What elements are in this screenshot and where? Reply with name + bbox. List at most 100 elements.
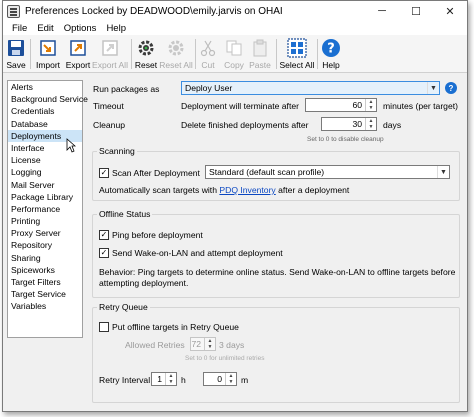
cleanup-value: 30 (352, 119, 362, 129)
allowed-retries-label: Allowed Retries (125, 340, 185, 350)
interval-hours-unit: h (181, 375, 186, 385)
retry-interval-label: Retry Interval (99, 375, 151, 385)
sidebar-item-logging[interactable]: Logging (8, 166, 82, 178)
sidebar-item-package-library[interactable]: Package Library (8, 191, 82, 203)
toolbar-separator (276, 39, 277, 69)
maximize-button[interactable]: ☐ (399, 1, 433, 21)
checkmark-icon: ✓ (100, 230, 108, 239)
preferences-app-icon (7, 4, 20, 18)
offline-status-title: Offline Status (97, 209, 153, 219)
run-packages-value: Deploy User (185, 83, 233, 93)
paste-label: Paste (249, 60, 271, 70)
run-packages-label: Run packages as (93, 84, 160, 94)
sidebar-item-spiceworks[interactable]: Spiceworks (8, 264, 82, 276)
copy-button[interactable]: Copy (223, 37, 245, 71)
import-button[interactable]: Import (33, 37, 63, 71)
cleanup-unit: days (383, 120, 402, 130)
wake-on-lan-checkbox[interactable]: ✓ (99, 248, 109, 258)
cleanup-stepper[interactable]: 30 ▲ ▼ (321, 117, 377, 131)
title-bar[interactable]: Preferences Locked by DEADWOOD\emily.jar… (3, 1, 467, 21)
sidebar-item-target-service[interactable]: Target Service (8, 288, 82, 300)
reset-all-gear-icon (165, 37, 187, 59)
minimize-button[interactable]: ─ (365, 1, 399, 21)
save-button[interactable]: Save (5, 37, 27, 71)
ping-checkbox[interactable]: ✓ (99, 230, 109, 240)
chevron-down-icon: ▼ (427, 82, 439, 94)
reset-button[interactable]: Reset (134, 37, 158, 71)
menu-file[interactable]: File (7, 23, 32, 34)
spin-down-icon[interactable]: ▼ (366, 105, 376, 111)
help-icon[interactable]: ? (445, 82, 457, 94)
scan-profile-value: Standard (default scan profile) (209, 167, 325, 177)
sidebar-item-sharing[interactable]: Sharing (8, 252, 82, 264)
cut-label: Cut (201, 60, 215, 70)
scissors-icon (197, 37, 219, 59)
pdq-inventory-link[interactable]: PDQ Inventory (219, 185, 275, 195)
select-all-button[interactable]: Select All (279, 37, 315, 71)
interval-minutes-value: 0 (217, 374, 222, 384)
sidebar-item-database[interactable]: Database (8, 118, 82, 130)
export-button[interactable]: Export (64, 37, 92, 71)
ping-label: Ping before deployment (112, 230, 203, 240)
spin-down-icon[interactable]: ▼ (205, 344, 215, 350)
menu-options[interactable]: Options (59, 23, 102, 34)
scan-after-checkbox[interactable]: ✓ (99, 168, 109, 178)
interval-minutes-unit: m (241, 375, 249, 385)
run-packages-select[interactable]: Deploy User ▼ (181, 81, 440, 95)
mouse-pointer-icon (66, 138, 76, 153)
wake-on-lan-label: Send Wake-on-LAN and attempt deployment (112, 248, 283, 258)
cleanup-label: Cleanup (93, 120, 126, 130)
paste-button[interactable]: Paste (248, 37, 272, 71)
retry-queue-title: Retry Queue (97, 302, 150, 312)
reset-all-button[interactable]: Reset All (159, 37, 193, 71)
sidebar-item-license[interactable]: License (8, 154, 82, 166)
sidebar-item-performance[interactable]: Performance (8, 203, 82, 215)
behavior-text-line1: Behavior: Ping targets to determine onli… (99, 267, 456, 277)
reset-gear-icon (135, 37, 157, 59)
spin-down-icon[interactable]: ▼ (366, 124, 376, 130)
cut-button[interactable]: Cut (199, 37, 217, 71)
toolbar-separator (30, 39, 31, 69)
export-icon (67, 37, 89, 59)
window-title: Preferences Locked by DEADWOOD\emily.jar… (25, 5, 283, 17)
save-label: Save (6, 60, 26, 70)
help-button[interactable]: ? Help (320, 37, 342, 71)
scanning-title: Scanning (97, 146, 137, 156)
select-all-label: Select All (279, 60, 315, 70)
toolbar-separator (317, 39, 318, 69)
import-icon (37, 37, 59, 59)
checkmark-icon: ✓ (100, 248, 108, 257)
select-all-grid-icon (286, 37, 308, 59)
menu-help[interactable]: Help (101, 23, 131, 34)
export-all-button[interactable]: Export All (92, 37, 128, 71)
help-icon: ? (320, 37, 342, 59)
sidebar-item-mail-server[interactable]: Mail Server (8, 179, 82, 191)
retry-queue-group: Retry Queue Put offline targets in Retry… (92, 302, 460, 403)
timeout-label: Timeout (93, 101, 124, 111)
allowed-retries-stepper[interactable]: 72 ▲ ▼ (190, 337, 216, 351)
scan-profile-select[interactable]: Standard (default scan profile) ▼ (205, 165, 450, 179)
timeout-stepper[interactable]: 60 ▲ ▼ (305, 98, 377, 112)
sidebar-item-background-service[interactable]: Background Service (8, 93, 88, 105)
cleanup-hint: Set to 0 to disable cleanup (307, 136, 384, 143)
sidebar-item-alerts[interactable]: Alerts (8, 81, 82, 93)
interval-hours-stepper[interactable]: 1 ▲ ▼ (151, 372, 177, 386)
floppy-disk-icon (5, 37, 27, 59)
put-offline-checkbox[interactable] (99, 322, 109, 332)
scanning-info: Automatically scan targets with PDQ Inve… (99, 185, 350, 195)
sidebar-item-credentials[interactable]: Credentials (8, 105, 82, 117)
timeout-unit: minutes (per target) (383, 101, 458, 111)
sidebar-item-variables[interactable]: Variables (8, 300, 82, 312)
spin-down-icon[interactable]: ▼ (166, 379, 176, 385)
sidebar-item-repository[interactable]: Repository (8, 239, 82, 251)
sidebar-item-target-filters[interactable]: Target Filters (8, 276, 82, 288)
scan-after-label: Scan After Deployment (112, 168, 200, 178)
sidebar-item-proxy-server[interactable]: Proxy Server (8, 227, 82, 239)
close-button[interactable]: ✕ (433, 1, 467, 21)
deployments-panel: Run packages as Deploy User ▼ ? Timeout … (89, 77, 465, 411)
timeout-value: 60 (352, 100, 362, 110)
interval-minutes-stepper[interactable]: 0 ▲ ▼ (203, 372, 237, 386)
sidebar-item-printing[interactable]: Printing (8, 215, 82, 227)
menu-edit[interactable]: Edit (32, 23, 58, 34)
spin-down-icon[interactable]: ▼ (226, 379, 236, 385)
